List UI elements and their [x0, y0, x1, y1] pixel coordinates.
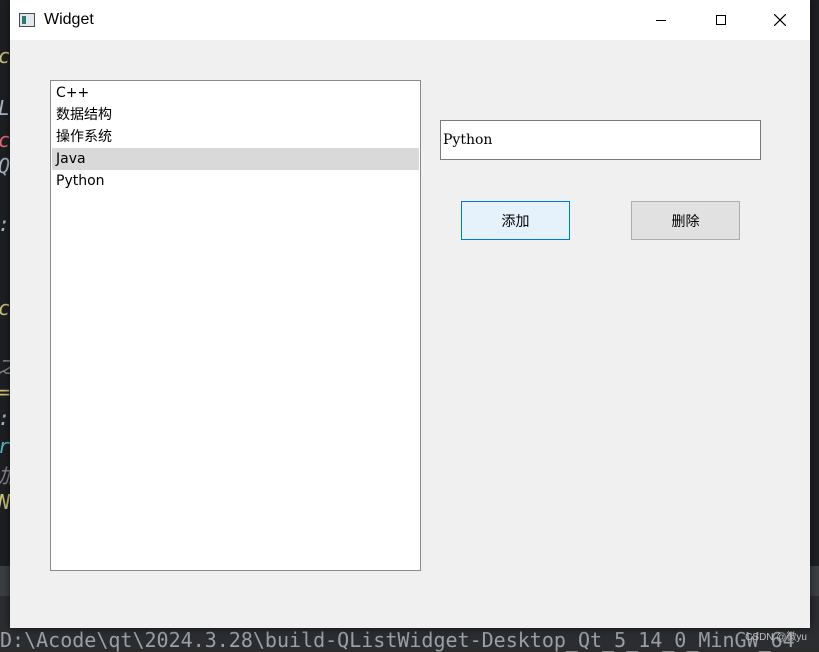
list-item[interactable]: 操作系统 [52, 126, 419, 148]
list-item[interactable]: C++ [52, 82, 419, 104]
bg-code-fragment: = [0, 380, 10, 404]
list-widget[interactable]: C++ 数据结构 操作系统 Java Python [50, 80, 421, 571]
maximize-button[interactable] [692, 0, 750, 40]
bg-code-fragment: c [0, 296, 10, 320]
title-bar[interactable]: Widget [10, 0, 810, 40]
list-item[interactable]: Python [52, 170, 419, 192]
bg-code-fragment: r [0, 434, 10, 458]
bg-code-fragment: Q [0, 154, 10, 178]
minimize-icon [656, 19, 666, 21]
window-title: Widget [44, 11, 94, 28]
bg-code-fragment: c [0, 44, 10, 68]
list-item-selected[interactable]: Java [52, 148, 419, 170]
background-build-path: D:\Acode\qt\2024.3.28\build-QListWidget-… [0, 628, 795, 652]
app-window-icon [19, 13, 35, 27]
watermark: CSDN @微yu [745, 632, 807, 643]
bg-code-fragment: c [0, 128, 10, 152]
minimize-button[interactable] [632, 0, 690, 40]
bg-code-fragment: N [0, 490, 10, 514]
maximize-icon [716, 15, 726, 25]
bg-code-fragment: : [0, 406, 10, 430]
list-item[interactable]: 数据结构 [52, 104, 419, 126]
widget-window: Widget C++ 数据结构 操作系统 Java Python 添加 删除 [10, 0, 810, 628]
add-button[interactable]: 添加 [461, 201, 570, 240]
bg-code-fragment: : [0, 212, 10, 236]
delete-button[interactable]: 删除 [631, 201, 740, 240]
close-icon [774, 14, 786, 26]
item-input[interactable] [440, 120, 761, 160]
close-button[interactable] [751, 0, 809, 40]
bg-code-fragment: L [0, 96, 10, 120]
